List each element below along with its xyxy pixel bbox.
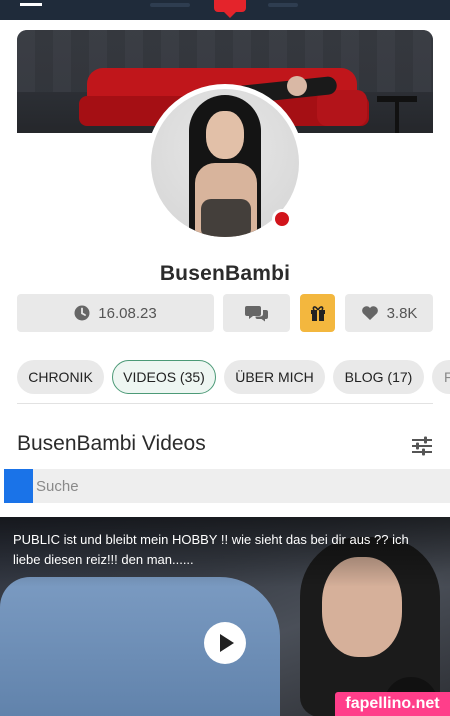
watermark: fapellino.net: [335, 692, 450, 716]
video-caption: PUBLIC ist und bleibt mein HOBBY !! wie …: [13, 532, 409, 567]
top-app-bar: [0, 0, 450, 20]
filter-icon[interactable]: [411, 436, 433, 456]
gift-icon: [310, 306, 325, 321]
gift-button[interactable]: [300, 294, 335, 332]
heart-icon: [361, 306, 378, 320]
brand-logo[interactable]: [214, 0, 246, 18]
joined-date-box: 16.08.23: [17, 294, 214, 332]
search-button[interactable]: [4, 469, 33, 503]
tab-chronik[interactable]: CHRONIK: [17, 360, 104, 394]
topbar-nav-item[interactable]: [150, 3, 190, 7]
section-title: BusenBambi Videos: [17, 432, 206, 455]
video-card[interactable]: PUBLIC ist und bleibt mein HOBBY !! wie …: [0, 517, 450, 716]
tab-ueber-mich[interactable]: ÜBER MICH: [224, 360, 325, 394]
profile-tabs: CHRONIK VIDEOS (35) ÜBER MICH BLOG (17) …: [0, 360, 450, 396]
play-icon[interactable]: [204, 622, 246, 664]
clock-icon: [74, 305, 90, 321]
topbar-nav-item[interactable]: [268, 3, 298, 7]
tab-blog[interactable]: BLOG (17): [333, 360, 424, 394]
message-button[interactable]: [223, 294, 290, 332]
menu-icon[interactable]: [20, 0, 42, 6]
tab-videos[interactable]: VIDEOS (35): [112, 360, 216, 394]
search-input[interactable]: [36, 469, 446, 503]
search-bar: [4, 469, 450, 503]
like-button[interactable]: 3.8K: [345, 294, 433, 332]
divider: [17, 403, 433, 404]
online-status-indicator: [272, 209, 292, 229]
profile-username: BusenBambi: [159, 262, 291, 285]
chat-icon: [244, 306, 268, 322]
tab-overflow[interactable]: F: [432, 360, 450, 394]
joined-date: 16.08.23: [98, 304, 157, 322]
likes-count: 3.8K: [386, 304, 418, 322]
